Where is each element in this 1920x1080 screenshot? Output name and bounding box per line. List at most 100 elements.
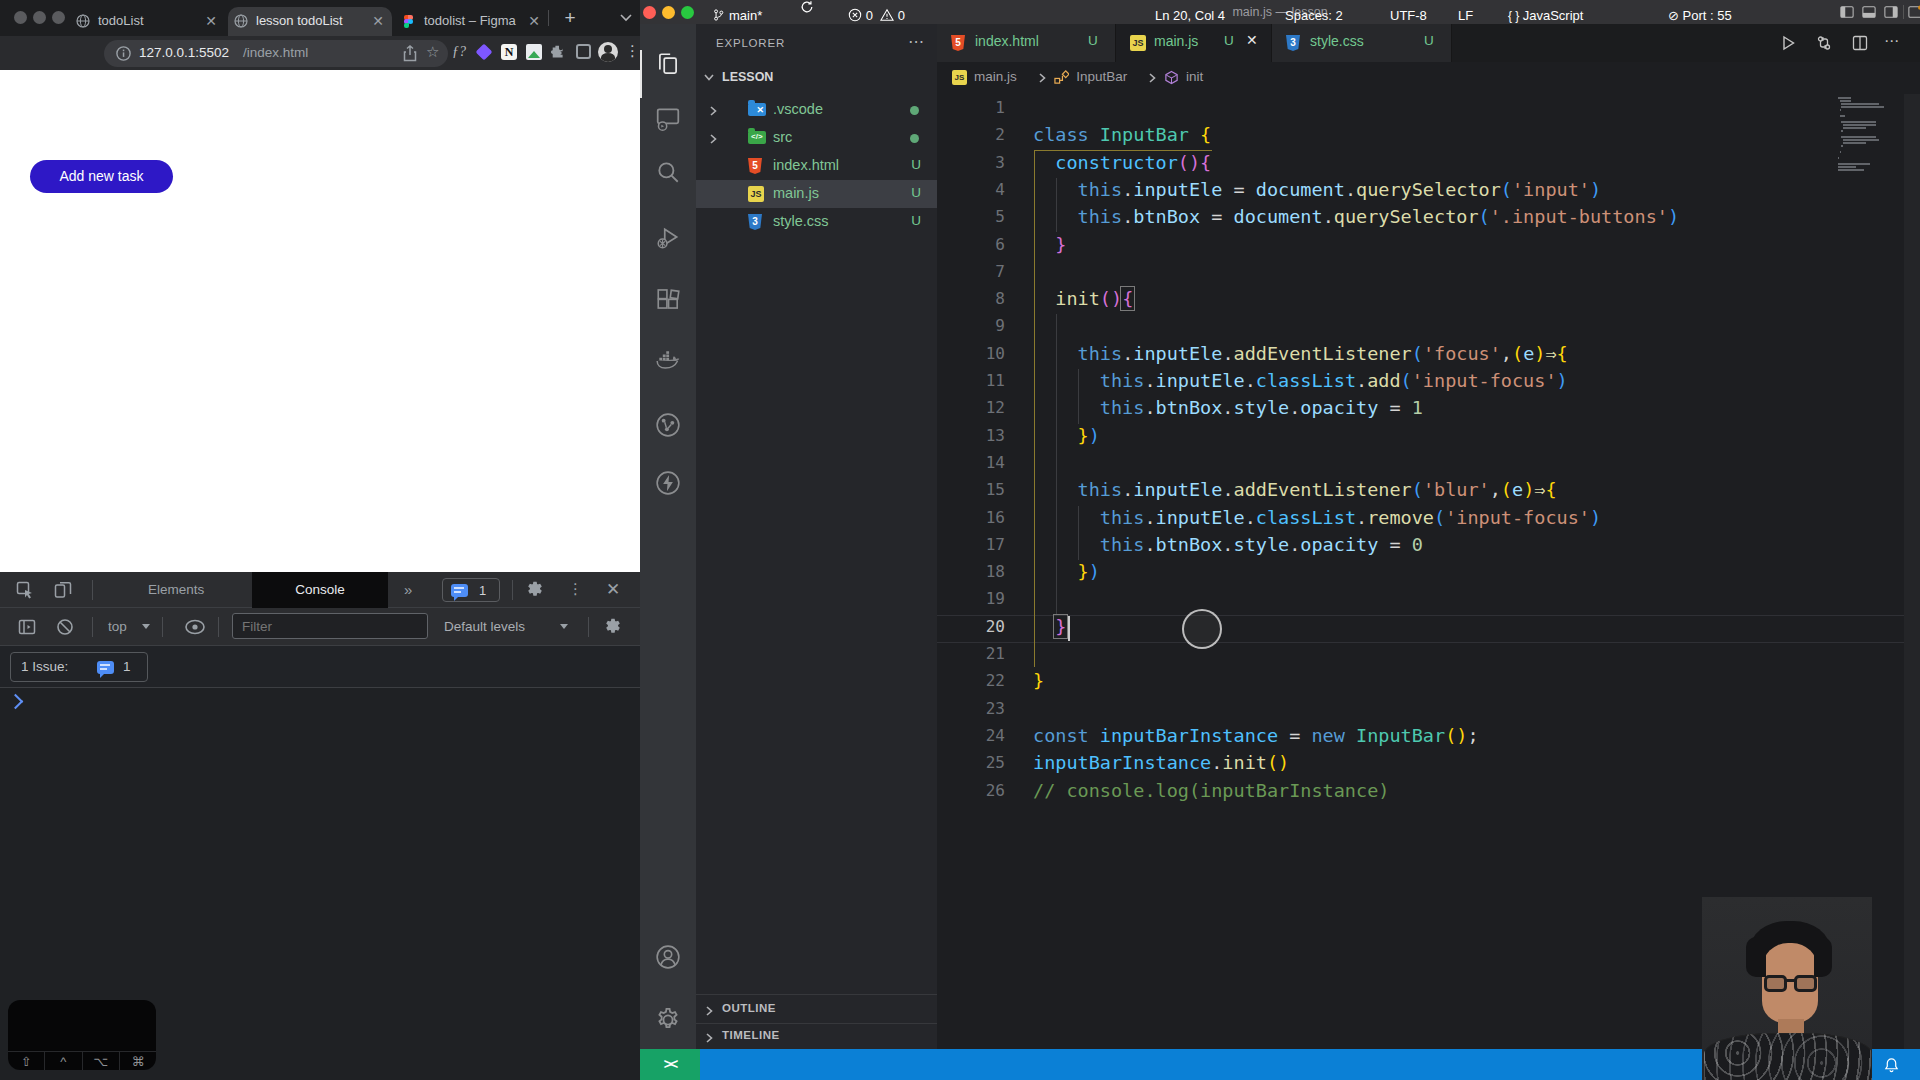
tree-item-main.js[interactable]: JS main.jsU xyxy=(696,180,937,208)
extensions-icon[interactable] xyxy=(655,288,681,314)
devtools-menu-icon[interactable]: ⋮ xyxy=(568,580,583,598)
console-filter-input[interactable] xyxy=(232,613,428,639)
run-debug-icon[interactable] xyxy=(655,225,681,251)
issue-box[interactable]: 1 Issue: 1 xyxy=(10,652,148,682)
tab-close-icon[interactable]: ✕ xyxy=(205,13,217,29)
console-settings-icon[interactable] xyxy=(604,618,622,636)
toggle-sidebar-icon[interactable] xyxy=(1840,5,1854,19)
tree-item-index.html[interactable]: 5 index.htmlU xyxy=(696,152,937,180)
extension-math-icon[interactable]: ƒ? xyxy=(452,44,466,60)
breadcrumb-item[interactable]: InputBar xyxy=(1076,69,1127,84)
editor-tab-bar: 5 index.html U JS main.js U ✕ 3 style.cs… xyxy=(937,24,1920,62)
customize-layout-icon[interactable] xyxy=(1908,5,1920,19)
browser-tab[interactable]: todoList ✕ xyxy=(70,7,225,36)
editor-more-actions-icon[interactable]: ⋯ xyxy=(1884,32,1899,50)
explorer-more-icon[interactable]: ⋯ xyxy=(908,32,925,51)
console-sidebar-icon[interactable] xyxy=(18,618,36,636)
breadcrumb-item[interactable]: main.js xyxy=(974,69,1017,84)
share-icon[interactable] xyxy=(402,45,418,62)
devtools-close-icon[interactable]: ✕ xyxy=(606,579,620,600)
settings-gear-icon[interactable] xyxy=(655,1007,681,1033)
browser-tab[interactable]: todolist – Figma ✕ xyxy=(396,7,548,36)
bookmark-star-icon[interactable]: ☆ xyxy=(426,43,439,61)
devtools-more-tabs[interactable]: » xyxy=(404,581,412,598)
new-tab-button[interactable]: + xyxy=(558,6,582,30)
person-hair-side xyxy=(1814,937,1832,977)
devtools-tab-console[interactable]: Console xyxy=(252,572,388,608)
thunder-client-icon[interactable] xyxy=(655,470,681,496)
problems-indicator[interactable]: 0 0 xyxy=(848,0,905,31)
tab-close-icon[interactable]: ✕ xyxy=(528,13,540,29)
status-port[interactable]: ⊘ Port : 55 xyxy=(1668,0,1732,31)
status-spaces:[interactable]: Spaces: 2 xyxy=(1285,0,1343,31)
chrome-menu-icon[interactable]: ⋮ xyxy=(625,42,640,60)
tree-item-label: main.js xyxy=(773,185,819,201)
tab-title: lesson todoList xyxy=(256,13,343,28)
live-preview-icon[interactable] xyxy=(655,105,681,131)
outline-section[interactable]: OUTLINE xyxy=(696,994,937,1023)
extension-panel-icon[interactable] xyxy=(576,44,591,59)
docker-icon[interactable] xyxy=(655,348,681,374)
js-file-icon: JS xyxy=(748,186,764,202)
compare-changes-icon[interactable] xyxy=(1816,35,1832,51)
devtools-tab-elements[interactable]: Elements xyxy=(148,582,204,597)
active-line-border xyxy=(937,615,1920,616)
status-javascript[interactable]: { } JavaScript xyxy=(1508,0,1583,31)
breadcrumb-item[interactable]: init xyxy=(1186,69,1203,84)
extension-notion-icon[interactable]: N xyxy=(501,44,517,60)
sync-indicator[interactable] xyxy=(800,0,814,31)
code-line-25: inputBarInstance.init() xyxy=(1033,749,1289,777)
console-prompt-icon[interactable] xyxy=(8,694,24,710)
explorer-header: EXPLORER xyxy=(716,37,785,49)
explorer-icon[interactable] xyxy=(655,51,681,77)
status-utf-8[interactable]: UTF-8 xyxy=(1390,0,1427,31)
issues-counter[interactable]: 1 xyxy=(442,578,500,602)
browser-tab[interactable]: lesson todoList ✕ xyxy=(228,7,392,36)
accounts-icon[interactable] xyxy=(655,944,681,970)
profile-avatar[interactable] xyxy=(598,42,618,62)
line-number: 23 xyxy=(937,695,1005,722)
editor-tab-index.html[interactable]: 5 index.html U xyxy=(937,24,1116,62)
device-toolbar-icon[interactable] xyxy=(54,581,72,599)
address-bar[interactable]: 127.0.0.1:5502 /index.html ☆ xyxy=(104,40,448,67)
log-levels-selector[interactable]: Default levels xyxy=(444,619,525,634)
tab-close-icon[interactable]: ✕ xyxy=(372,13,384,29)
search-icon[interactable] xyxy=(655,159,681,185)
explorer-root-row[interactable]: LESSON xyxy=(696,64,937,94)
site-info-icon[interactable] xyxy=(116,46,131,61)
tree-item-.vscode[interactable]: ✕ .vscode xyxy=(696,96,937,124)
status-ln[interactable]: Ln 20, Col 4 xyxy=(1155,0,1225,31)
source-graph-icon[interactable] xyxy=(655,412,681,438)
extension-screenshot-icon[interactable] xyxy=(526,44,542,60)
figma-favicon xyxy=(404,15,413,28)
timeline-section[interactable]: TIMELINE xyxy=(696,1023,937,1049)
context-caret-icon xyxy=(142,624,150,629)
chrome-zoom-button[interactable] xyxy=(52,11,65,24)
tab-search-chevron-icon[interactable] xyxy=(620,14,632,22)
webcam-overlay xyxy=(1702,897,1872,1080)
clear-console-icon[interactable] xyxy=(56,618,74,636)
git-branch-indicator[interactable]: main* xyxy=(712,0,762,31)
chrome-close-button[interactable] xyxy=(14,11,27,24)
devtools-settings-icon[interactable] xyxy=(526,581,544,599)
toggle-panel-icon[interactable] xyxy=(1862,5,1876,19)
remote-indicator[interactable]: >< xyxy=(640,1049,700,1080)
status-lf[interactable]: LF xyxy=(1458,0,1473,31)
tree-item-src[interactable]: </> src xyxy=(696,124,937,152)
inspect-element-icon[interactable] xyxy=(16,581,34,599)
tab-close-icon[interactable]: ✕ xyxy=(1246,32,1258,48)
chrome-minimize-button[interactable] xyxy=(33,11,46,24)
scrollbar-track[interactable] xyxy=(1904,94,1920,1049)
split-editor-icon[interactable] xyxy=(1852,35,1868,51)
notifications-bell-icon[interactable] xyxy=(1884,1057,1899,1073)
toggle-secondary-sidebar-icon[interactable] xyxy=(1884,5,1898,19)
add-new-task-button[interactable]: Add new task xyxy=(30,160,173,193)
console-context-selector[interactable]: top xyxy=(108,619,127,634)
text-cursor xyxy=(1068,616,1070,641)
run-file-icon[interactable] xyxy=(1780,35,1796,51)
issue-text: 1 Issue: xyxy=(21,659,68,674)
tree-item-style.css[interactable]: 3 style.cssU xyxy=(696,208,937,236)
live-expression-eye-icon[interactable] xyxy=(184,619,206,635)
extensions-puzzle-icon[interactable] xyxy=(550,44,566,60)
tab-title: todoList xyxy=(98,13,144,28)
